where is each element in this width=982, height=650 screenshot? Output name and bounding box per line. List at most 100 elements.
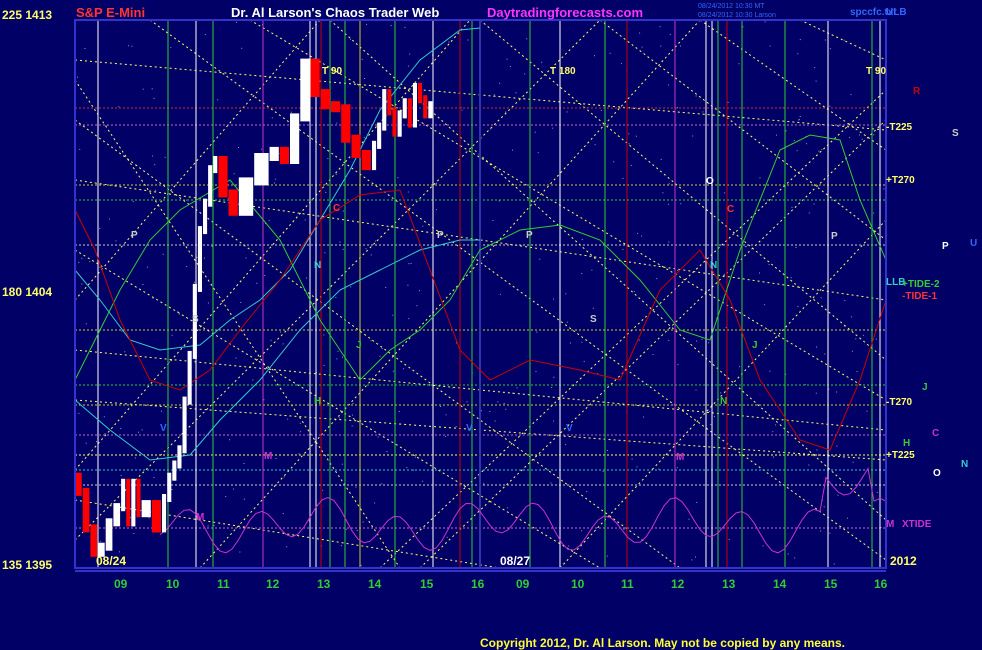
star-dot bbox=[81, 257, 83, 259]
star-dot bbox=[820, 530, 822, 532]
star-dot bbox=[759, 177, 761, 179]
star-dot bbox=[759, 272, 760, 274]
flux-line-label: R bbox=[913, 86, 921, 97]
star-dot bbox=[395, 226, 397, 228]
x-tick-label: 13 bbox=[722, 577, 736, 591]
star-dot bbox=[131, 45, 133, 47]
y-label-bottom: 135 1395 bbox=[2, 558, 52, 572]
star-dot bbox=[505, 111, 507, 113]
star-dot bbox=[306, 277, 308, 279]
star-dot bbox=[363, 136, 365, 138]
price-bar bbox=[141, 500, 151, 518]
star-dot bbox=[81, 283, 83, 285]
price-bar bbox=[203, 198, 208, 235]
star-dot bbox=[99, 540, 101, 542]
star-dot bbox=[668, 339, 670, 341]
star-dot bbox=[606, 450, 608, 451]
x-tick-label: 15 bbox=[824, 577, 838, 591]
star-dot bbox=[171, 489, 173, 490]
star-dot bbox=[710, 423, 712, 425]
star-dot bbox=[641, 46, 643, 48]
star-dot bbox=[403, 368, 405, 370]
star-dot bbox=[238, 147, 239, 148]
x-tick-label: 11 bbox=[621, 577, 634, 591]
star-dot bbox=[120, 428, 122, 430]
star-dot bbox=[677, 364, 679, 366]
star-dot bbox=[360, 564, 362, 566]
star-dot bbox=[806, 143, 808, 145]
star-dot bbox=[225, 496, 227, 497]
star-dot bbox=[494, 420, 496, 422]
star-dot bbox=[124, 351, 126, 353]
star-dot bbox=[370, 340, 372, 342]
timestamp-2: 08/24/2012 10:30 Larson bbox=[698, 12, 776, 19]
star-dot bbox=[99, 228, 101, 229]
star-dot bbox=[404, 26, 406, 28]
star-dot bbox=[739, 366, 741, 368]
planet-mark: C bbox=[333, 203, 340, 214]
star-dot bbox=[235, 357, 237, 359]
price-bar bbox=[131, 478, 136, 527]
star-dot bbox=[824, 39, 826, 41]
price-bar bbox=[392, 107, 397, 137]
star-dot bbox=[795, 247, 797, 248]
star-dot bbox=[768, 264, 770, 266]
star-dot bbox=[796, 150, 798, 152]
star-dot bbox=[745, 246, 747, 248]
star-dot bbox=[325, 191, 327, 193]
star-dot bbox=[207, 302, 209, 304]
star-dot bbox=[797, 306, 799, 307]
star-dot bbox=[381, 483, 383, 485]
price-bar bbox=[290, 113, 300, 164]
star-dot bbox=[639, 32, 641, 34]
star-dot bbox=[866, 410, 868, 412]
star-dot bbox=[152, 155, 154, 157]
star-dot bbox=[77, 76, 78, 78]
star-dot bbox=[652, 354, 654, 355]
planet-mark: M bbox=[676, 452, 684, 463]
flux-line-label: P bbox=[942, 241, 949, 252]
star-dot bbox=[846, 517, 848, 519]
star-dot bbox=[300, 431, 302, 433]
price-bar bbox=[382, 89, 387, 131]
chaos-trader-chart: S&P E-Mini Dr. Al Larson's Chaos Trader … bbox=[0, 0, 982, 650]
star-dot bbox=[336, 122, 338, 124]
x-tick-label: 16 bbox=[874, 577, 888, 591]
star-dot bbox=[120, 474, 122, 476]
price-bar bbox=[218, 156, 228, 198]
flux-line-label: ULB bbox=[886, 7, 907, 18]
star-dot bbox=[446, 536, 448, 538]
star-dot bbox=[398, 411, 400, 412]
star-dot bbox=[668, 241, 670, 243]
star-dot bbox=[146, 266, 148, 268]
star-dot bbox=[553, 420, 555, 422]
star-dot bbox=[600, 109, 602, 111]
star-dot bbox=[668, 183, 670, 185]
star-dot bbox=[818, 150, 820, 152]
star-dot bbox=[636, 466, 638, 468]
star-dot bbox=[264, 275, 266, 276]
star-dot bbox=[497, 401, 499, 403]
star-dot bbox=[153, 97, 155, 99]
star-dot bbox=[798, 118, 800, 120]
star-dot bbox=[345, 528, 347, 530]
star-dot bbox=[499, 293, 501, 295]
price-bar bbox=[177, 445, 182, 469]
star-dot bbox=[691, 559, 693, 561]
star-dot bbox=[535, 371, 537, 373]
star-dot bbox=[695, 389, 697, 391]
star-dot bbox=[635, 135, 637, 137]
flux-line-label: N bbox=[961, 459, 968, 470]
price-bar bbox=[162, 494, 167, 533]
star-dot bbox=[273, 182, 275, 184]
star-dot bbox=[406, 467, 408, 469]
star-dot bbox=[204, 34, 206, 35]
price-bar bbox=[387, 89, 392, 116]
price-bar bbox=[238, 177, 254, 216]
star-dot bbox=[304, 219, 306, 221]
price-bar bbox=[126, 478, 131, 527]
star-dot bbox=[118, 106, 120, 108]
star-dot bbox=[565, 293, 567, 295]
star-dot bbox=[829, 105, 831, 107]
star-dot bbox=[797, 53, 799, 55]
